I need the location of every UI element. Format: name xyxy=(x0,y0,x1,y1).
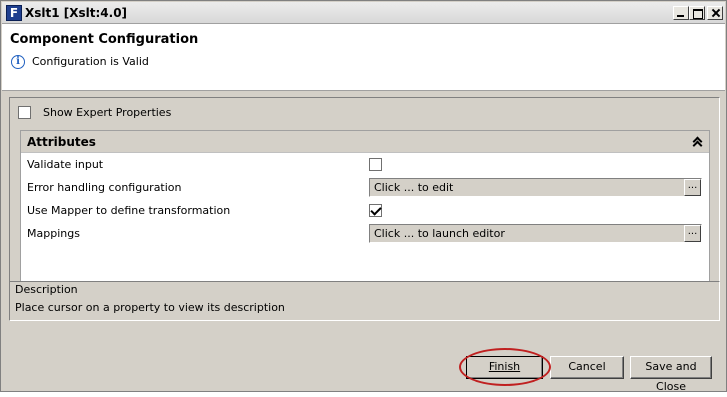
use-mapper-checkbox[interactable] xyxy=(369,204,382,217)
property-label: Validate input xyxy=(27,158,104,171)
property-row: Use Mapper to define transformation xyxy=(21,199,709,222)
field-value: Click ... to launch editor xyxy=(374,227,505,240)
show-expert-checkbox[interactable] xyxy=(18,106,31,119)
error-handling-field[interactable]: Click ... to edit ... xyxy=(369,178,702,197)
attributes-title: Attributes xyxy=(27,135,96,149)
app-icon: F xyxy=(6,5,22,21)
title-bar: F Xslt1 [Xslt:4.0] xyxy=(2,2,725,24)
finish-label: Finish xyxy=(488,360,521,373)
property-row: Mappings Click ... to launch editor ... xyxy=(21,222,709,245)
cancel-button[interactable]: Cancel xyxy=(550,356,624,379)
validate-input-checkbox[interactable] xyxy=(369,158,382,171)
property-label: Error handling configuration xyxy=(27,181,182,194)
description-title: Description xyxy=(15,283,78,296)
attributes-header[interactable]: Attributes xyxy=(21,131,709,153)
window-title: Xslt1 [Xslt:4.0] xyxy=(25,6,128,20)
maximize-button[interactable] xyxy=(689,6,705,20)
info-icon: i xyxy=(11,55,25,69)
property-row: Error handling configuration Click ... t… xyxy=(21,176,709,199)
finish-button[interactable]: Finish xyxy=(466,356,543,379)
status-message: Configuration is Valid xyxy=(32,55,149,68)
minimize-button[interactable] xyxy=(673,6,689,20)
ellipsis-button[interactable]: ... xyxy=(684,225,701,242)
description-text: Place cursor on a property to view its d… xyxy=(15,301,285,314)
mappings-field[interactable]: Click ... to launch editor ... xyxy=(369,224,702,243)
collapse-icon[interactable] xyxy=(691,136,703,148)
property-label: Use Mapper to define transformation xyxy=(27,204,231,217)
description-panel: Description Place cursor on a property t… xyxy=(9,281,720,321)
ellipsis-button[interactable]: ... xyxy=(684,179,701,196)
dialog-window: F Xslt1 [Xslt:4.0] Component Configurati… xyxy=(0,0,727,393)
save-and-close-button[interactable]: Save and Close xyxy=(630,356,712,393)
close-button[interactable] xyxy=(707,6,723,20)
page-title: Component Configuration xyxy=(10,32,199,47)
header-area: Component Configuration i Configuration … xyxy=(2,24,725,91)
show-expert-label: Show Expert Properties xyxy=(43,106,172,119)
property-row: Validate input xyxy=(21,153,709,176)
property-label: Mappings xyxy=(27,227,80,240)
field-value: Click ... to edit xyxy=(374,181,454,194)
